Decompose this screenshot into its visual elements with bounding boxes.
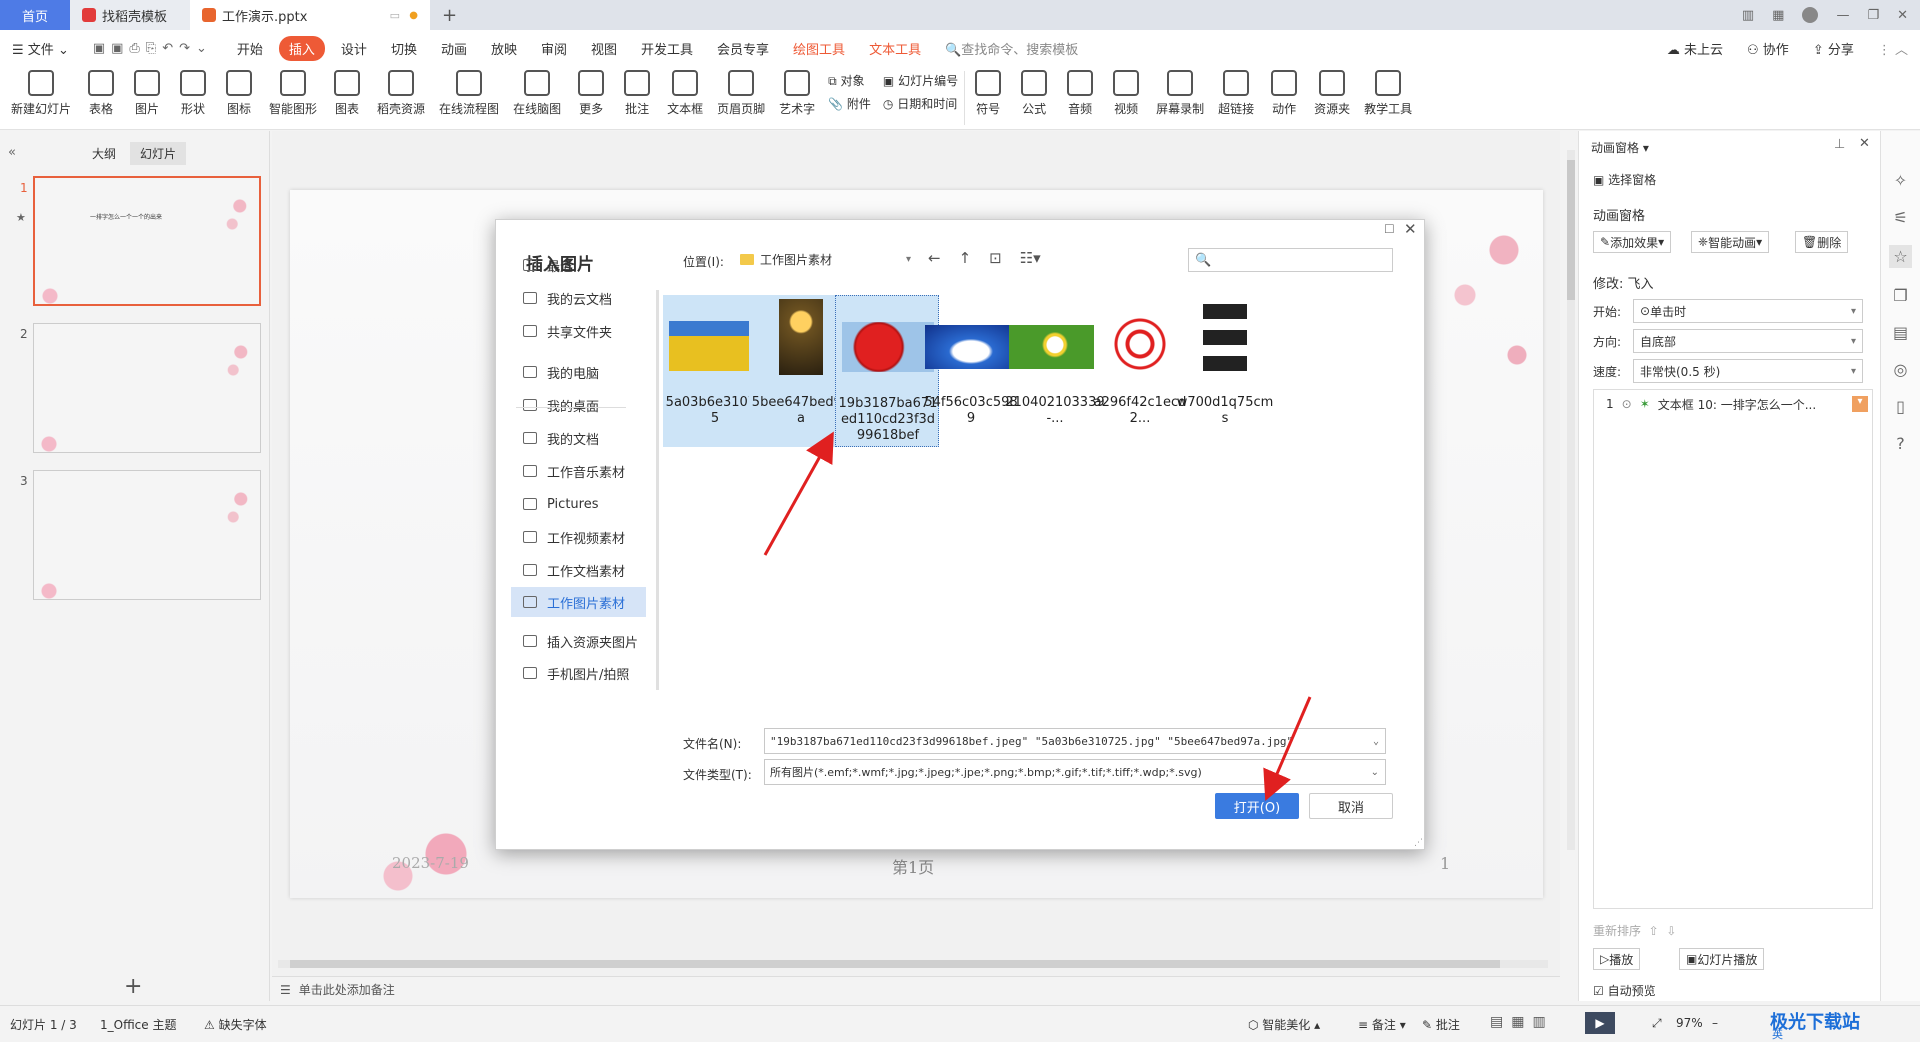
annotation-arrows — [763, 431, 1312, 802]
arrow-to-files — [763, 431, 834, 556]
arrow-to-open — [1263, 696, 1312, 802]
